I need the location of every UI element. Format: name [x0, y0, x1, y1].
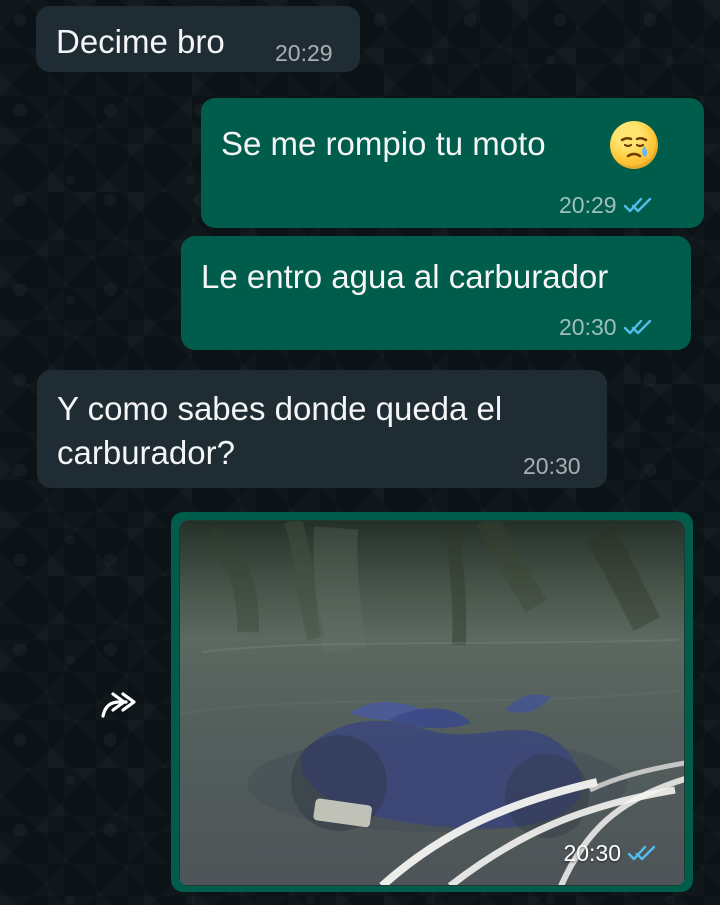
image-message-bubble[interactable]: 20:30 [171, 512, 693, 892]
message-text-line-2: carburador? [57, 434, 235, 471]
forward-icon[interactable] [95, 685, 143, 725]
image-message-status: 20:30 [563, 840, 657, 866]
submerged-motorcycle-image [179, 520, 685, 886]
double-check-icon [623, 197, 651, 213]
message-time: 20:29 [559, 192, 617, 218]
message-time: 20:29 [275, 40, 333, 66]
message-time: 20:30 [523, 453, 581, 479]
message-status: 20:29 [559, 192, 653, 218]
outgoing-message-bubble[interactable]: Se me rompio tu moto 20:29 [201, 98, 704, 228]
message-time: 20:30 [559, 314, 617, 340]
message-text: Se me rompio tu moto [221, 125, 546, 162]
incoming-message-bubble[interactable]: Decime bro 20:29 [36, 6, 360, 72]
double-check-icon [627, 845, 656, 861]
incoming-message-bubble[interactable]: Y como sabes donde queda el carburador? … [37, 370, 607, 488]
message-text: Decime bro [56, 23, 225, 60]
message-text-line-1: Y como sabes donde queda el [57, 390, 503, 427]
message-time: 20:30 [563, 840, 621, 866]
double-check-icon [623, 319, 651, 335]
message-status: 20:30 [559, 314, 653, 340]
outgoing-message-bubble[interactable]: Le entro agua al carburador 20:30 [181, 236, 691, 350]
submerged-motorcycle-photo[interactable]: 20:30 [179, 520, 685, 886]
sad-face-emoji [610, 121, 658, 169]
message-text: Le entro agua al carburador [201, 258, 609, 295]
